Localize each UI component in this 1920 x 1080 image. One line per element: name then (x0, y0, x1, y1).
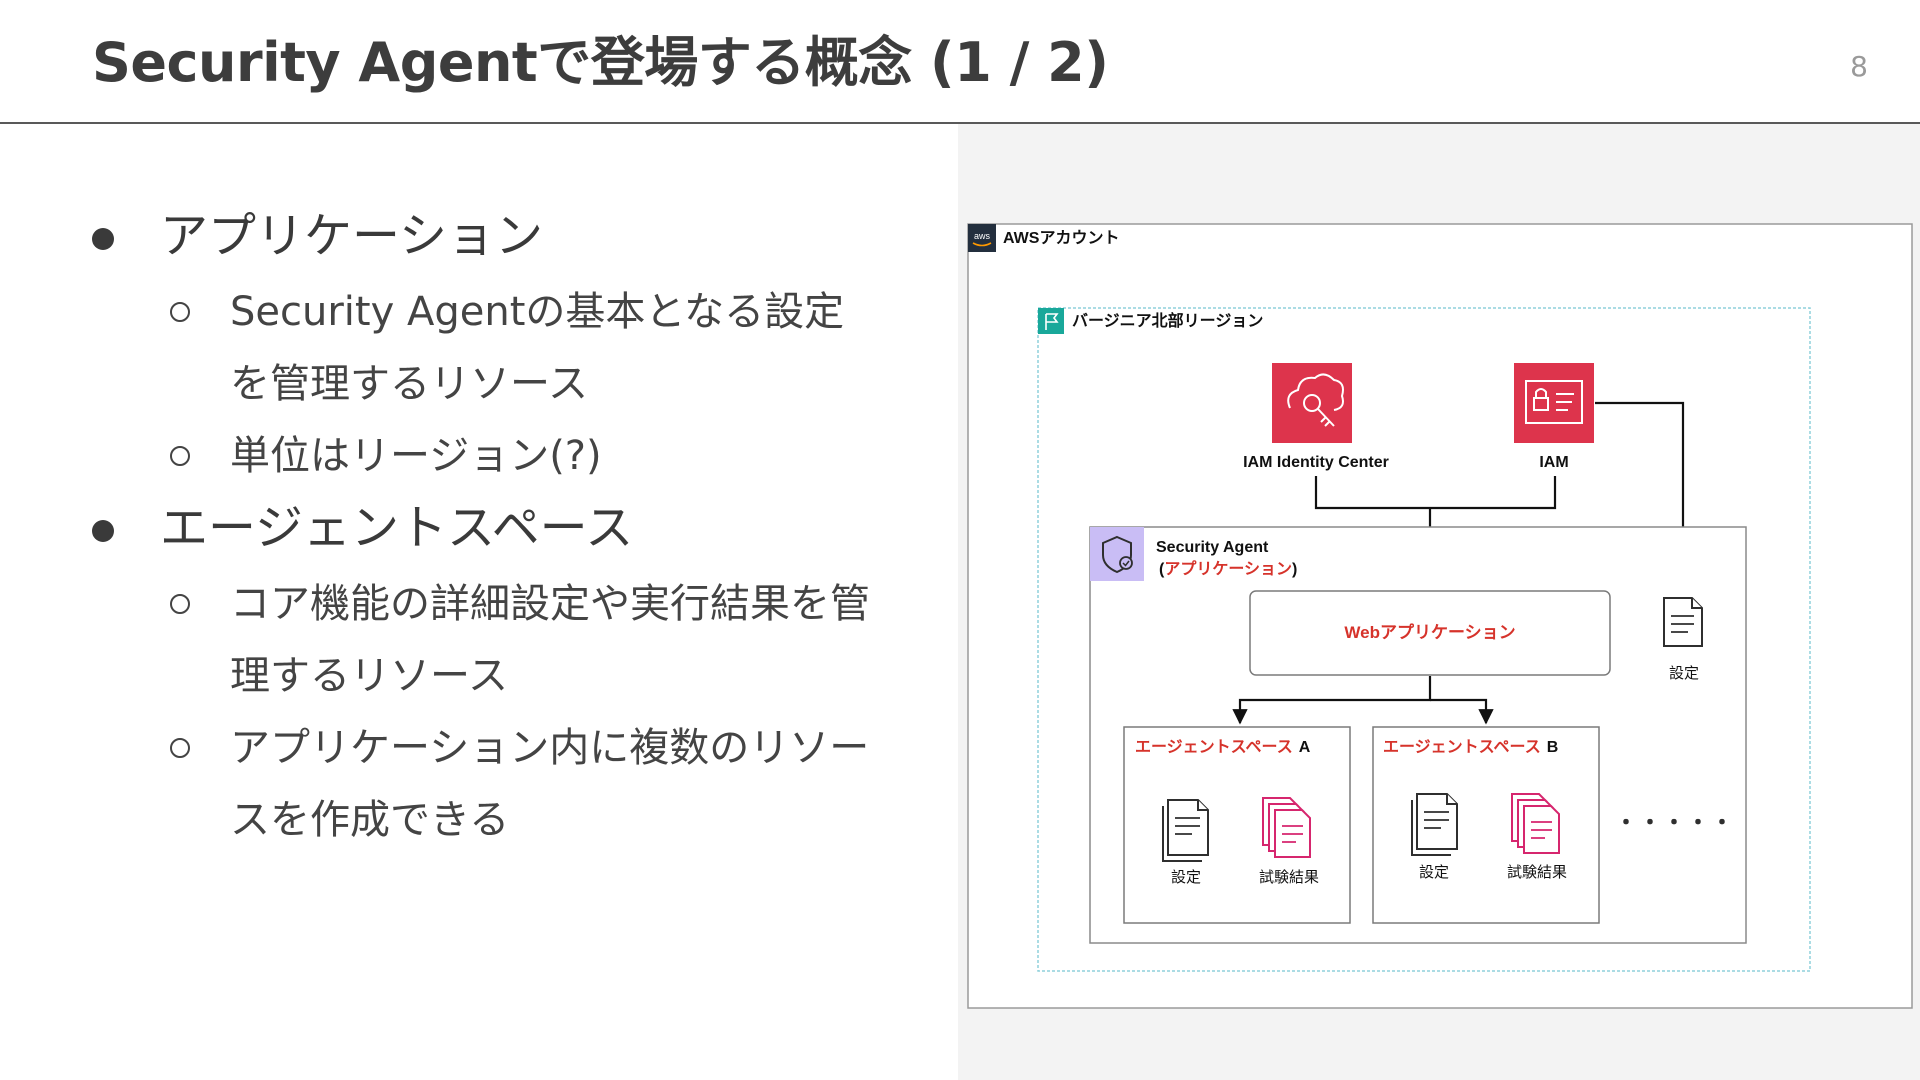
page-number: 8 (1850, 50, 1868, 83)
bullet-text: エージェントスペース (160, 500, 634, 556)
agent-space-a-box (1123, 726, 1351, 924)
sub-bullet-text: コア機能の詳細設定や実行結果を管理するリソース (230, 581, 870, 699)
settings-label: 設定 (1669, 665, 1699, 682)
bullet-dot-icon (92, 228, 114, 250)
slide-title: Security Agentで登場する概念 (1 / 2) (92, 31, 1109, 94)
paren-close: ) (1292, 561, 1297, 578)
application-label-line: (アプリケーション) (1159, 559, 1297, 578)
bullet-dot-icon (92, 520, 114, 542)
region-flag-icon (1038, 308, 1064, 334)
agent-space-a-title: エージェントスペース A (1135, 739, 1311, 756)
agent-space-b-name: エージェントスペース (1383, 739, 1541, 756)
aws-logo-icon: aws (968, 224, 996, 252)
iam-icon (1514, 363, 1594, 443)
sub-bullet-circle-icon (170, 302, 190, 322)
region-label: バージニア北部リージョン (1072, 311, 1263, 330)
shield-icon (1090, 527, 1144, 581)
space-b-settings-document-icon (1411, 793, 1458, 856)
architecture-diagram: aws AWSアカウント バージニア北部リージョン IAM Identity C… (967, 223, 1913, 1009)
bullet-agent-space: エージェントスペース (0, 492, 958, 564)
sub-bullet-circle-icon (170, 446, 190, 466)
sub-bullet-text: 単位はリージョン(?) (230, 433, 602, 479)
agent-space-a-name: エージェントスペース (1135, 739, 1293, 756)
agent-space-b-suffix: B (1547, 739, 1559, 756)
sub-bullet: コア機能の詳細設定や実行結果を管理するリソース (0, 568, 880, 712)
space-a-settings-label: 設定 (1171, 869, 1201, 886)
sub-bullet-circle-icon (170, 738, 190, 758)
aws-account-label: AWSアカウント (1003, 229, 1119, 247)
iam-label: IAM (1539, 454, 1568, 471)
space-a-results-label: 試験結果 (1259, 869, 1319, 886)
sub-bullet: 単位はリージョン(?) (0, 420, 880, 492)
diagram-panel: aws AWSアカウント バージニア北部リージョン IAM Identity C… (958, 124, 1920, 1080)
sub-bullet: アプリケーション内に複数のリソースを作成できる (0, 712, 880, 856)
agent-space-b-box (1372, 726, 1600, 924)
web-application-label: Webアプリケーション (1344, 622, 1515, 642)
bullet-text: アプリケーション (160, 208, 544, 264)
agent-space-b-title: エージェントスペース B (1383, 739, 1558, 756)
space-b-settings-label: 設定 (1419, 864, 1449, 881)
agent-space-a-suffix: A (1299, 739, 1311, 756)
sub-bullet-circle-icon (170, 594, 190, 614)
security-agent-label: Security Agent (1156, 539, 1269, 556)
settings-document-icon (1663, 597, 1703, 647)
sub-bullet: Security Agentの基本となる設定を管理するリソース (0, 276, 880, 420)
iam-identity-center-icon (1272, 363, 1352, 443)
sub-bullet-text: アプリケーション内に複数のリソースを作成できる (230, 725, 870, 843)
iam-identity-center-label: IAM Identity Center (1243, 454, 1389, 471)
bullet-application: アプリケーション (0, 200, 958, 272)
space-a-settings-document-icon (1162, 799, 1209, 862)
application-label: アプリケーション (1164, 559, 1292, 578)
sub-bullet-text: Security Agentの基本となる設定を管理するリソース (230, 289, 845, 407)
more-spaces-ellipsis: ・・・・・ (1615, 810, 1735, 835)
space-b-results-label: 試験結果 (1507, 864, 1567, 881)
svg-text:aws: aws (974, 231, 991, 241)
bullet-list: アプリケーション Security Agentの基本となる設定を管理するリソース… (0, 200, 958, 856)
